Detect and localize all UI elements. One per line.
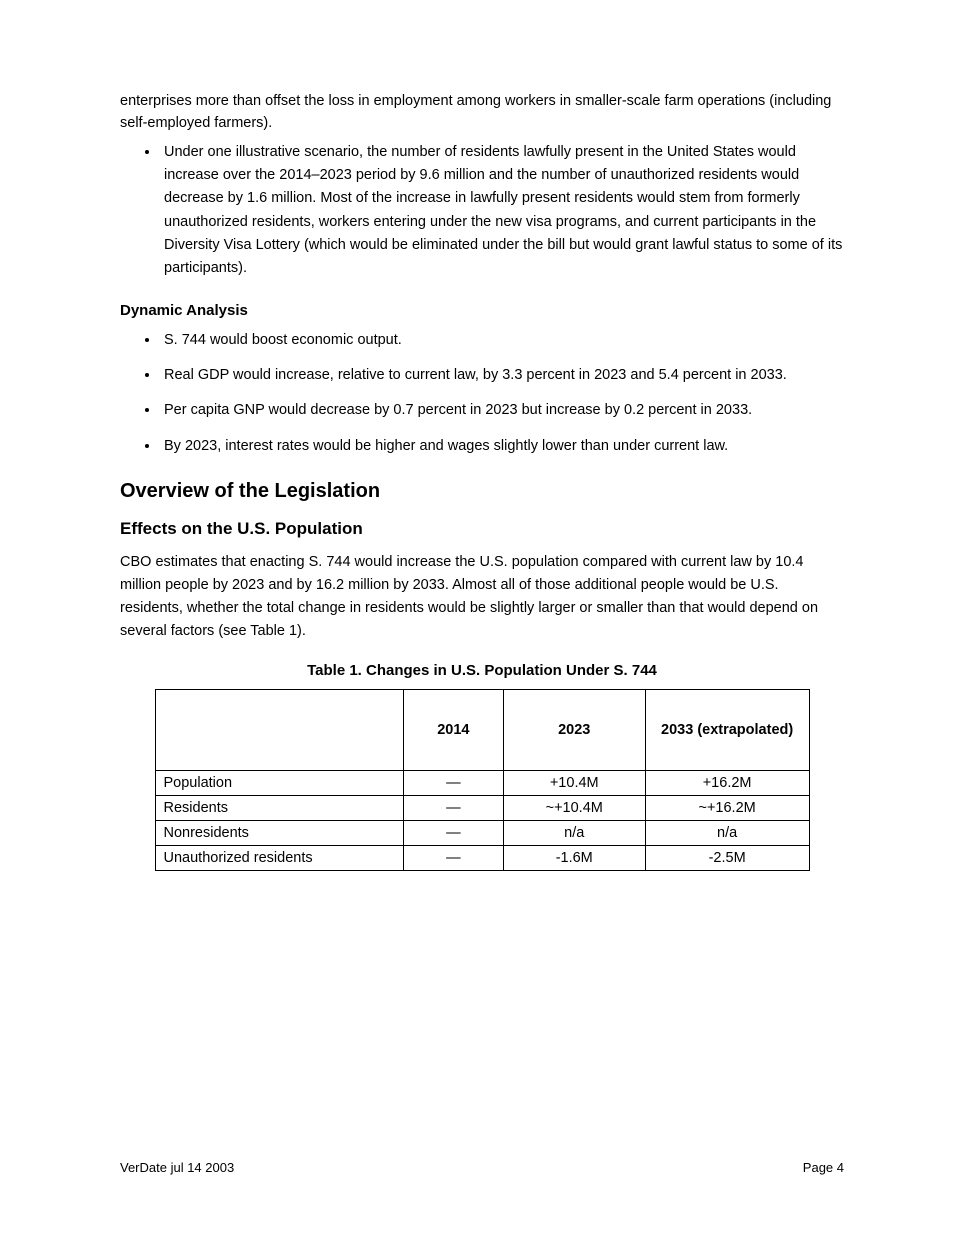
population-table: 2014 2023 2033 (extrapolated) Population… xyxy=(155,689,810,871)
table-cell: — xyxy=(403,795,503,820)
table-header-cell: 2023 xyxy=(503,689,645,770)
table-cell: — xyxy=(403,845,503,870)
dynamic-bullet-list: S. 744 would boost economic output. Real… xyxy=(160,329,844,458)
list-item: By 2023, interest rates would be higher … xyxy=(160,435,844,458)
table-title: Table 1. Changes in U.S. Population Unde… xyxy=(120,662,844,679)
table-cell: — xyxy=(403,770,503,795)
list-item: Per capita GNP would decrease by 0.7 per… xyxy=(160,399,844,422)
table-header-row: 2014 2023 2033 (extrapolated) xyxy=(155,689,809,770)
table-cell: n/a xyxy=(503,820,645,845)
table-cell: ~+16.2M xyxy=(645,795,809,820)
intro-paragraph: enterprises more than offset the loss in… xyxy=(120,90,844,135)
footer-right-text: Page 4 xyxy=(803,1160,844,1175)
table-cell: ~+10.4M xyxy=(503,795,645,820)
table-cell: +10.4M xyxy=(503,770,645,795)
table-cell: -2.5M xyxy=(645,845,809,870)
table-header-cell: 2033 (extrapolated) xyxy=(645,689,809,770)
heading-effects-population: Effects on the U.S. Population xyxy=(120,519,844,539)
table-cell: — xyxy=(403,820,503,845)
table-cell: Nonresidents xyxy=(155,820,403,845)
list-item: S. 744 would boost economic output. xyxy=(160,329,844,352)
table-row: Unauthorized residents — -1.6M -2.5M xyxy=(155,845,809,870)
table-row: Population — +10.4M +16.2M xyxy=(155,770,809,795)
page-footer: VerDate jul 14 2003 Page 4 xyxy=(120,1160,844,1175)
table-row: Nonresidents — n/a n/a xyxy=(155,820,809,845)
document-page: enterprises more than offset the loss in… xyxy=(0,0,954,1235)
list-item: Under one illustrative scenario, the num… xyxy=(160,141,844,280)
table-cell: Population xyxy=(155,770,403,795)
table-cell: Residents xyxy=(155,795,403,820)
table-cell: -1.6M xyxy=(503,845,645,870)
table-cell: n/a xyxy=(645,820,809,845)
body-paragraph: CBO estimates that enacting S. 744 would… xyxy=(120,551,844,644)
heading-dynamic-analysis: Dynamic Analysis xyxy=(120,302,844,319)
table-header-cell xyxy=(155,689,403,770)
table-row: Residents — ~+10.4M ~+16.2M xyxy=(155,795,809,820)
table-header-cell: 2014 xyxy=(403,689,503,770)
list-item: Real GDP would increase, relative to cur… xyxy=(160,364,844,387)
top-bullet-list: Under one illustrative scenario, the num… xyxy=(160,141,844,280)
table-cell: +16.2M xyxy=(645,770,809,795)
table-cell: Unauthorized residents xyxy=(155,845,403,870)
footer-left-text: VerDate jul 14 2003 xyxy=(120,1160,234,1175)
heading-overview: Overview of the Legislation xyxy=(120,480,844,503)
